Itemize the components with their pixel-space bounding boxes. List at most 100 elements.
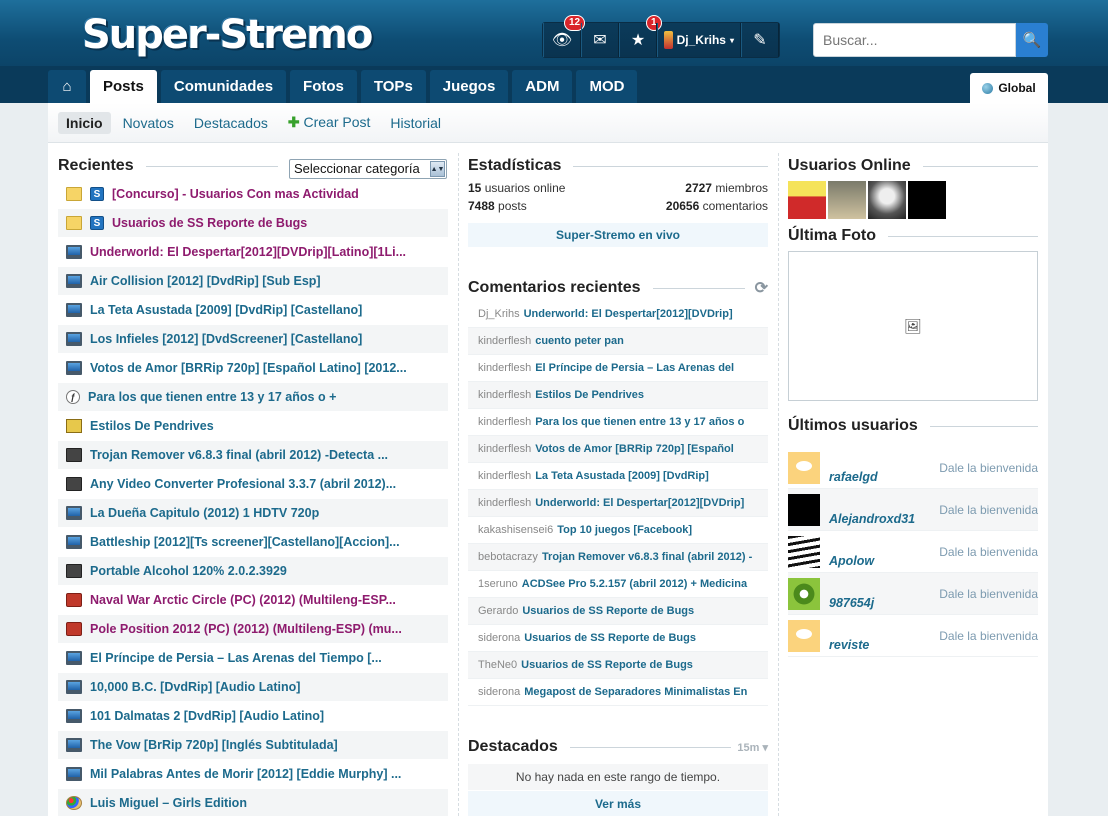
- post-row[interactable]: Votos de Amor [BRRip 720p] [Español Lati…: [58, 354, 448, 383]
- comment-post-link[interactable]: cuento peter pan: [535, 335, 624, 347]
- comment-user[interactable]: kakashisensei6: [478, 524, 553, 536]
- avatar[interactable]: [828, 181, 866, 219]
- comment-user[interactable]: 1seruno: [478, 578, 518, 590]
- avatar[interactable]: [908, 181, 946, 219]
- tab-posts[interactable]: Posts: [90, 70, 157, 103]
- latest-photo[interactable]: 🖼: [788, 251, 1038, 401]
- subnav-inicio[interactable]: Inicio: [58, 111, 111, 134]
- home-button[interactable]: ⌂: [48, 70, 86, 103]
- user-name-link[interactable]: 987654j: [829, 596, 936, 610]
- user-name-link[interactable]: Alejandroxd31: [829, 512, 936, 526]
- post-row[interactable]: Any Video Converter Profesional 3.3.7 (a…: [58, 470, 448, 499]
- user-name-link[interactable]: reviste: [829, 638, 936, 652]
- comment-row[interactable]: siderona Megapost de Separadores Minimali…: [468, 679, 768, 706]
- comment-row[interactable]: siderona Usuarios de SS Reporte de Bugs: [468, 625, 768, 652]
- tab-juegos[interactable]: Juegos: [429, 70, 509, 103]
- subnav-historial[interactable]: Historial: [382, 112, 449, 134]
- comment-row[interactable]: kinderflesh Para los que tienen entre 13 …: [468, 409, 768, 436]
- search-button[interactable]: 🔍: [1016, 23, 1048, 57]
- tab-fotos[interactable]: Fotos: [290, 70, 357, 103]
- post-row[interactable]: ƒ Para los que tienen entre 13 y 17 años …: [58, 383, 448, 412]
- comment-row[interactable]: Gerardo Usuarios de SS Reporte de Bugs: [468, 598, 768, 625]
- user-name-link[interactable]: rafaelgd: [829, 470, 936, 484]
- avatar[interactable]: [788, 451, 820, 484]
- comment-post-link[interactable]: Underworld: El Despertar[2012][DVDrip]: [535, 497, 744, 509]
- post-row[interactable]: Underworld: El Despertar[2012][DVDrip][L…: [58, 238, 448, 267]
- post-row[interactable]: El Príncipe de Persia – Las Arenas del T…: [58, 644, 448, 673]
- post-row[interactable]: Estilos De Pendrives: [58, 412, 448, 441]
- favorites-button[interactable]: ★: [619, 23, 657, 57]
- comment-user[interactable]: kinderflesh: [478, 362, 531, 374]
- post-row[interactable]: Trojan Remover v6.8.3 final (abril 2012)…: [58, 441, 448, 470]
- comment-user[interactable]: Gerardo: [478, 605, 518, 617]
- notifications-button[interactable]: 👁 12: [543, 15, 586, 57]
- comment-user[interactable]: kinderflesh: [478, 389, 531, 401]
- comment-post-link[interactable]: Usuarios de SS Reporte de Bugs: [521, 659, 693, 671]
- post-row[interactable]: Air Collision [2012] [DvdRip] [Sub Esp]: [58, 267, 448, 296]
- tab-adm[interactable]: ADM: [512, 70, 573, 103]
- post-row[interactable]: La Teta Asustada [2009] [DvdRip] [Castel…: [58, 296, 448, 325]
- comment-user[interactable]: Dj_Krihs: [478, 308, 520, 320]
- post-row[interactable]: Battleship [2012][Ts screener][Castellan…: [58, 528, 448, 557]
- comment-post-link[interactable]: Votos de Amor [BRRip 720p] [Español: [535, 443, 734, 455]
- post-row[interactable]: Portable Alcohol 120% 2.0.2.3929: [58, 557, 448, 586]
- comment-post-link[interactable]: Estilos De Pendrives: [535, 389, 644, 401]
- category-select[interactable]: Seleccionar categoría ▲▼: [289, 159, 447, 179]
- comment-post-link[interactable]: Top 10 juegos [Facebook]: [557, 524, 692, 536]
- subnav-destacados[interactable]: Destacados: [186, 112, 276, 134]
- edit-button[interactable]: ✎: [741, 23, 779, 57]
- avatar[interactable]: [788, 577, 820, 610]
- post-row[interactable]: 101 Dalmatas 2 [DvdRip] [Audio Latino]: [58, 702, 448, 731]
- site-logo[interactable]: Super-Stremo: [82, 12, 373, 58]
- avatar[interactable]: [788, 535, 820, 568]
- see-more-link[interactable]: Ver más: [468, 791, 768, 816]
- welcome-link[interactable]: Dale la bienvenida: [939, 503, 1038, 517]
- comment-post-link[interactable]: ACDSee Pro 5.2.157 (abril 2012) + Medici…: [522, 578, 747, 590]
- global-scope-button[interactable]: Global: [970, 73, 1048, 103]
- post-row[interactable]: Pole Position 2012 (PC) (2012) (Multilen…: [58, 615, 448, 644]
- avatar[interactable]: [788, 181, 826, 219]
- comment-post-link[interactable]: Usuarios de SS Reporte de Bugs: [524, 632, 696, 644]
- tab-mod[interactable]: MOD: [576, 70, 638, 103]
- user-menu-button[interactable]: Dj_Krihs ▾: [657, 23, 741, 57]
- avatar[interactable]: [788, 493, 820, 526]
- comment-row[interactable]: kinderflesh El Príncipe de Persia – Las A…: [468, 355, 768, 382]
- comment-post-link[interactable]: Trojan Remover v6.8.3 final (abril 2012)…: [542, 551, 752, 563]
- refresh-icon[interactable]: ⟳: [755, 278, 768, 298]
- comment-post-link[interactable]: Usuarios de SS Reporte de Bugs: [522, 605, 694, 617]
- avatar[interactable]: [868, 181, 906, 219]
- comment-row[interactable]: bebotacrazy Trojan Remover v6.8.3 final (…: [468, 544, 768, 571]
- post-row[interactable]: S Usuarios de SS Reporte de Bugs: [58, 209, 448, 238]
- messages-button[interactable]: ✉ 1: [581, 15, 662, 57]
- comment-post-link[interactable]: Para los que tienen entre 13 y 17 años o: [535, 416, 744, 428]
- user-name-link[interactable]: Apolow: [829, 554, 936, 568]
- post-row[interactable]: La Dueña Capitulo (2012) 1 HDTV 720p: [58, 499, 448, 528]
- comment-row[interactable]: kinderflesh Underworld: El Despertar[2012…: [468, 490, 768, 517]
- post-row[interactable]: S [Concurso] - Usuarios Con mas Actividad: [58, 180, 448, 209]
- post-row[interactable]: Naval War Arctic Circle (PC) (2012) (Mul…: [58, 586, 448, 615]
- tab-comunidades[interactable]: Comunidades: [160, 70, 287, 103]
- welcome-link[interactable]: Dale la bienvenida: [939, 461, 1038, 475]
- comment-user[interactable]: TheNe0: [478, 659, 517, 671]
- post-row[interactable]: Los Infieles [2012] [DvdScreener] [Caste…: [58, 325, 448, 354]
- comment-post-link[interactable]: Underworld: El Despertar[2012][DVDrip]: [524, 308, 733, 320]
- subnav-novatos[interactable]: Novatos: [115, 112, 182, 134]
- comment-row[interactable]: kinderflesh Votos de Amor [BRRip 720p] [E…: [468, 436, 768, 463]
- post-row[interactable]: The Vow [BrRip 720p] [Inglés Subtitulada…: [58, 731, 448, 760]
- welcome-link[interactable]: Dale la bienvenida: [939, 629, 1038, 643]
- comment-user[interactable]: kinderflesh: [478, 497, 531, 509]
- comment-row[interactable]: kinderflesh La Teta Asustada [2009] [DvdR…: [468, 463, 768, 490]
- comment-user[interactable]: siderona: [478, 632, 520, 644]
- comment-user[interactable]: kinderflesh: [478, 335, 531, 347]
- tab-tops[interactable]: TOPs: [360, 70, 426, 103]
- range-select[interactable]: 15m ▾: [737, 741, 768, 754]
- comment-user[interactable]: kinderflesh: [478, 416, 531, 428]
- post-row[interactable]: 10,000 B.C. [DvdRip] [Audio Latino]: [58, 673, 448, 702]
- comment-row[interactable]: Dj_Krihs Underworld: El Despertar[2012][D…: [468, 301, 768, 328]
- welcome-link[interactable]: Dale la bienvenida: [939, 587, 1038, 601]
- comment-user[interactable]: kinderflesh: [478, 470, 531, 482]
- subnav-crear-post[interactable]: ✚ Crear Post: [280, 111, 379, 134]
- live-link[interactable]: Super-Stremo en vivo: [468, 223, 768, 247]
- post-row[interactable]: Luis Miguel – Girls Edition: [58, 789, 448, 816]
- comment-row[interactable]: kinderflesh Estilos De Pendrives: [468, 382, 768, 409]
